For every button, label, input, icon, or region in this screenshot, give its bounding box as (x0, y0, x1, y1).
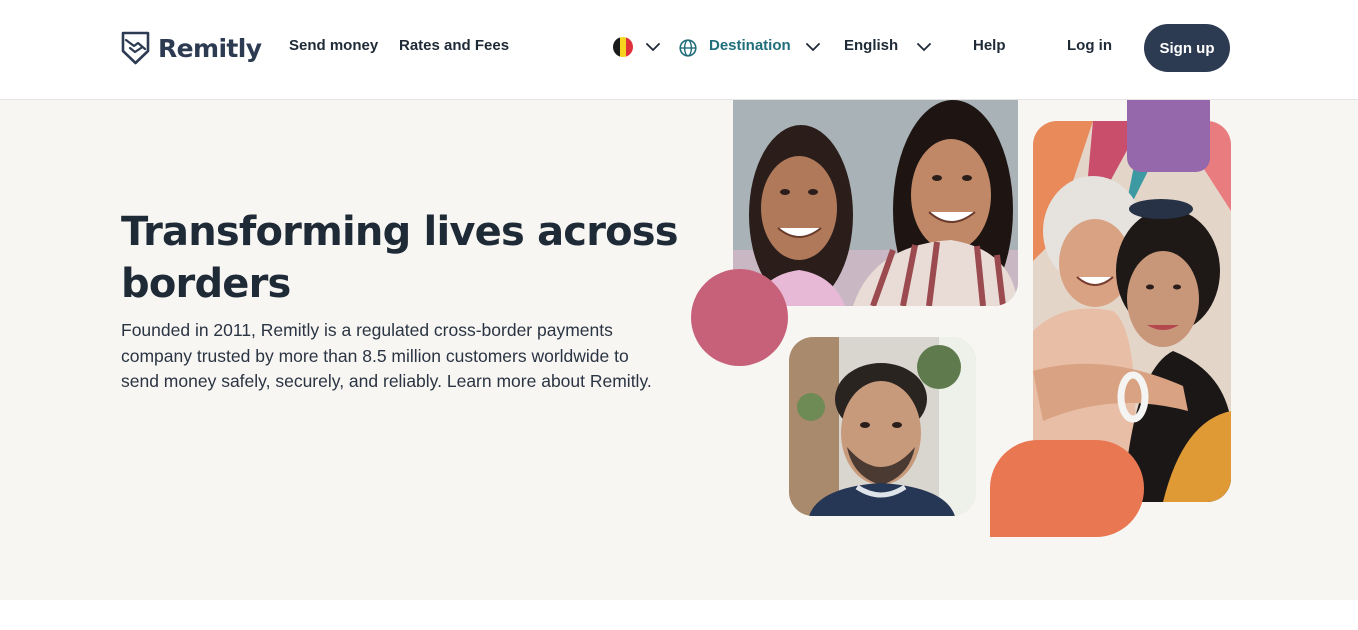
chevron-down-icon[interactable] (646, 43, 660, 52)
belgium-flag-icon[interactable] (613, 37, 633, 57)
decorative-pink-circle (691, 269, 788, 366)
brand-name: Remitly (158, 33, 262, 63)
nav-rates-and-fees[interactable]: Rates and Fees (399, 37, 509, 54)
photo-man (789, 337, 976, 516)
photo-two-women (733, 100, 1018, 306)
language-selector[interactable]: English (844, 37, 898, 54)
chevron-down-icon[interactable] (917, 43, 931, 52)
hero-description: Founded in 2011, Remitly is a regulated … (121, 320, 652, 391)
chevron-down-icon[interactable] (806, 43, 820, 52)
site-header: Remitly Send money Rates and Fees Destin… (0, 0, 1358, 100)
destination-selector[interactable]: Destination (709, 37, 791, 54)
globe-icon[interactable] (679, 39, 697, 57)
nav-help[interactable]: Help (973, 37, 1006, 54)
nav-send-money[interactable]: Send money (289, 37, 378, 54)
hero-section: Transforming lives across borders Founde… (0, 100, 1358, 600)
login-link[interactable]: Log in (1067, 37, 1112, 54)
decorative-orange-shape (990, 440, 1144, 537)
remitly-logo[interactable]: Remitly (121, 31, 262, 65)
signup-button[interactable]: Sign up (1144, 24, 1230, 72)
shield-handshake-icon (121, 31, 150, 65)
decorative-purple-shape (1127, 100, 1210, 172)
hero-title: Transforming lives across borders (121, 209, 679, 307)
